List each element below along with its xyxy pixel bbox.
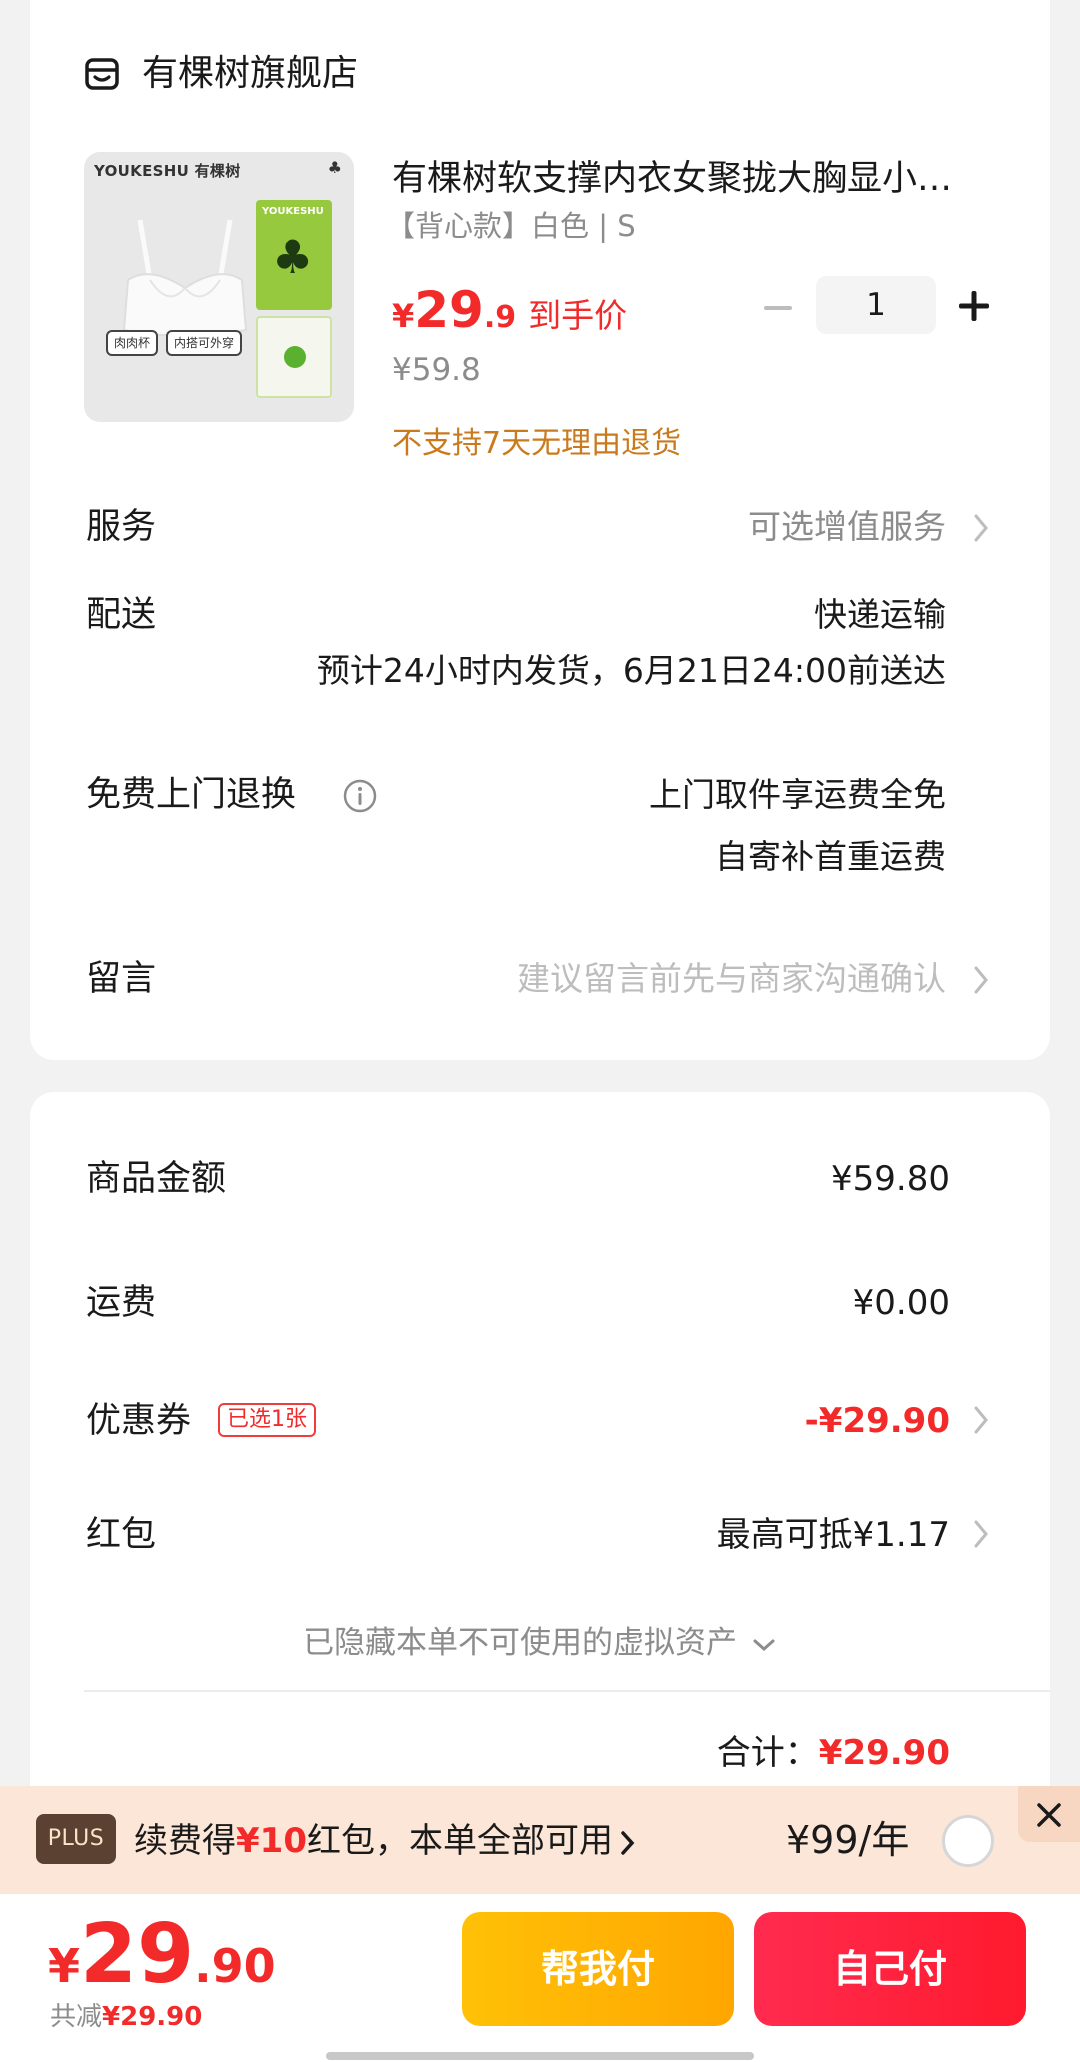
club-icon: ♣ — [327, 158, 342, 177]
saving-value: ¥29.90 — [102, 2002, 203, 2032]
return-policy-note: 不支持7天无理由退货 — [392, 426, 682, 461]
package-box-open — [256, 316, 332, 398]
message-label: 留言 — [86, 959, 157, 999]
free-return-label: 免费上门退换 — [86, 775, 297, 815]
hidden-assets-toggle[interactable]: 已隐藏本单不可使用的虚拟资产 — [0, 1622, 1080, 1664]
total-value: ¥29.90 — [818, 1733, 950, 1773]
original-price: ¥59.8 — [392, 352, 481, 388]
delivery-label: 配送 — [86, 595, 157, 635]
price-decimal: .9 — [483, 300, 517, 335]
chevron-right-icon[interactable] — [972, 1404, 990, 1436]
free-return-value: 上门取件享运费全免 — [649, 775, 946, 814]
divider — [84, 1690, 1050, 1692]
service-value[interactable]: 可选增值服务 — [748, 504, 946, 550]
image-brand-text: YOUKESHU 有棵树 — [94, 162, 241, 180]
goods-amount-label: 商品金额 — [86, 1159, 227, 1199]
product-spec[interactable]: 【背心款】白色 | S — [386, 208, 636, 244]
store-name[interactable]: 有棵树旗舰店 — [142, 52, 358, 96]
delivery-eta: 预计24小时内发货，6月21日24:00前送达 — [316, 651, 946, 690]
info-icon[interactable] — [342, 778, 378, 814]
quantity-input[interactable]: 1 — [816, 276, 936, 334]
plus-text-post: 红包，本单全部可用 — [306, 1821, 613, 1861]
service-label: 服务 — [86, 507, 157, 547]
image-tag: 内搭可外穿 — [166, 330, 243, 356]
shipping-label: 运费 — [86, 1283, 157, 1323]
help-me-pay-button[interactable]: 帮我付 — [462, 1912, 734, 2026]
club-logo-icon: ♣ — [272, 230, 314, 284]
coupon-label: 优惠券 — [86, 1401, 192, 1441]
shipping-value: ¥0.00 — [852, 1283, 950, 1323]
quantity-minus-button[interactable] — [756, 286, 800, 330]
goods-amount-value: ¥59.80 — [831, 1159, 950, 1199]
package-box: YOUKESHU ♣ — [256, 200, 332, 310]
saving-label: 共减 — [50, 2002, 103, 2032]
image-box-brand-text: YOUKESHU — [262, 206, 324, 217]
image-tag: 肉肉杯 — [106, 330, 159, 356]
total-line: 合计：¥29.90 — [717, 1730, 950, 1776]
chevron-right-icon[interactable] — [972, 1518, 990, 1550]
coupon-value[interactable]: -¥29.90 — [805, 1398, 950, 1444]
price-integer: 29 — [80, 1907, 195, 2002]
chevron-right-icon — [621, 1830, 635, 1855]
plus-badge: PLUS — [36, 1814, 116, 1864]
plus-price: ¥99/年 — [786, 1818, 910, 1862]
plus-text-pre: 续费得 — [134, 1821, 236, 1861]
chevron-right-icon[interactable] — [972, 512, 990, 544]
price-symbol: ¥ — [392, 297, 415, 335]
price-label: 到手价 — [528, 296, 628, 335]
plus-offer-text: 续费得¥10红包，本单全部可用 — [134, 1818, 637, 1864]
redpack-label: 红包 — [86, 1515, 157, 1555]
quantity-plus-button[interactable] — [952, 284, 996, 328]
total-saving: 共减¥29.90 — [50, 2000, 202, 2034]
price-decimal: .90 — [194, 1939, 276, 1993]
redpack-value[interactable]: 最高可抵¥1.17 — [717, 1512, 950, 1558]
coupon-badge: 已选1张 — [218, 1403, 316, 1437]
pay-myself-button[interactable]: 自己付 — [754, 1912, 1026, 2026]
store-icon — [85, 58, 119, 90]
plus-select-radio[interactable] — [942, 1815, 994, 1867]
free-return-value: 自寄补首重运费 — [715, 837, 946, 876]
product-image[interactable]: YOUKESHU 有棵树 ♣ YOUKESHU ♣ 肉肉杯 内搭可外穿 — [84, 152, 354, 422]
home-indicator[interactable] — [326, 2052, 754, 2060]
chevron-right-icon[interactable] — [972, 964, 990, 996]
price-integer: 29 — [414, 281, 484, 339]
total-label: 合计： — [716, 1733, 819, 1773]
hidden-assets-text: 已隐藏本单不可使用的虚拟资产 — [303, 1625, 738, 1661]
close-icon[interactable] — [1034, 1800, 1064, 1830]
plus-text-highlight: ¥10 — [236, 1821, 307, 1861]
product-title[interactable]: 有棵树软支撑内衣女聚拢大胸显小文胸无钢圈 — [392, 156, 982, 202]
green-dot-icon — [284, 346, 306, 368]
delivery-method: 快递运输 — [814, 595, 946, 634]
chevron-down-icon — [753, 1639, 775, 1651]
price-symbol: ¥ — [48, 1939, 81, 1993]
final-unit-price: ¥29.9 到手价 — [392, 282, 627, 350]
message-input[interactable]: 建议留言前先与商家沟通确认 — [517, 956, 946, 1002]
